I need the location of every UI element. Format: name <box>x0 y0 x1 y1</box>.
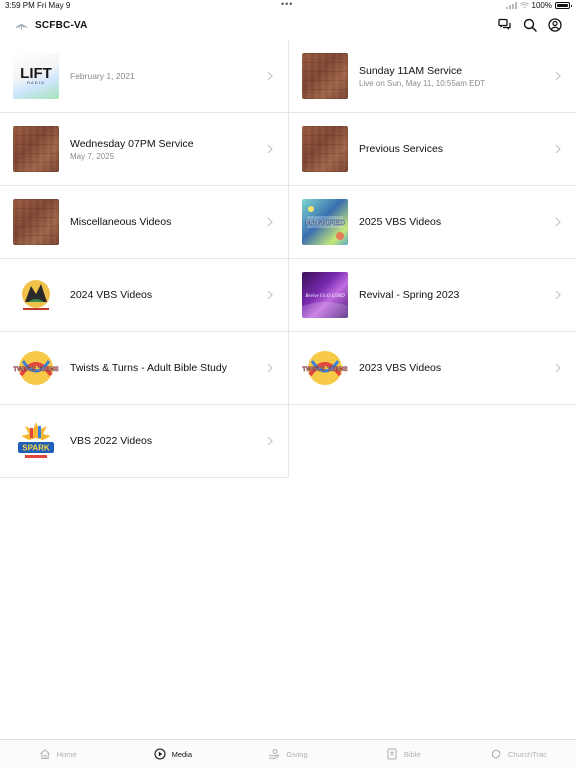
media-item-miscellaneous-videos[interactable]: Miscellaneous Videos <box>0 186 289 259</box>
item-title: VBS 2022 Videos <box>70 435 153 447</box>
item-title: 2024 VBS Videos <box>70 289 153 301</box>
multitasking-dots-icon[interactable]: ••• <box>281 0 293 9</box>
navigation-bar: SCFBC-VA <box>0 12 576 42</box>
media-item-vbs-2022[interactable]: SPARK VBS 2022 Videos <box>0 405 289 478</box>
empty-grid-cell <box>289 405 576 478</box>
church-logo-icon <box>15 23 28 30</box>
play-icon <box>154 748 166 760</box>
item-title: Twists & Turns - Adult Bible Study <box>70 362 227 374</box>
bible-icon <box>387 748 397 760</box>
twists-thumb-text: TWISTS TURNS <box>14 367 59 373</box>
media-grid: LIFT RADIO February 1, 2021 Sunday 11AM … <box>0 40 576 478</box>
item-title: 2023 VBS Videos <box>359 362 442 374</box>
tab-bar: Home Media Giving Bible ChurchTrac <box>0 739 576 768</box>
media-item-revival-spring-2023[interactable]: Revive Us O LORD Revival - Spring 2023 <box>289 259 576 332</box>
chevron-right-icon <box>267 363 273 373</box>
chat-icon[interactable] <box>498 18 512 32</box>
chevron-right-icon <box>555 71 561 81</box>
media-item-sunday-service[interactable]: Sunday 11AM Service Live on Sun, May 11,… <box>289 40 576 113</box>
spark-thumbnail: SPARK <box>13 418 59 464</box>
chevron-right-icon <box>555 144 561 154</box>
wifi-icon <box>519 2 529 9</box>
wood-thumbnail <box>302 126 348 172</box>
tab-home[interactable]: Home <box>0 740 115 768</box>
status-bar: 3:59 PM Fri May 9 ••• 100% <box>0 0 576 12</box>
item-title: Miscellaneous Videos <box>70 216 172 228</box>
item-subtitle: February 1, 2021 <box>70 71 135 81</box>
tab-label: ChurchTrac <box>507 749 547 759</box>
twists-thumb-text: TWISTS TURNS <box>303 367 348 373</box>
item-subtitle: Live on Sun, May 11, 10:55am EDT <box>359 78 486 88</box>
item-title: Previous Services <box>359 143 444 155</box>
vbs-2024-thumbnail <box>13 272 59 318</box>
chevron-right-icon <box>267 144 273 154</box>
tab-bible[interactable]: Bible <box>346 740 461 768</box>
revival-thumbnail: Revive Us O LORD <box>302 272 348 318</box>
revival-thumb-text: Revive Us O LORD <box>304 294 345 299</box>
wood-thumbnail <box>13 199 59 245</box>
magnified-thumb-text: MAGNIFIED <box>305 220 344 227</box>
magnified-thumbnail: MAGNIFIED <box>302 199 348 245</box>
tab-churchtrac[interactable]: ChurchTrac <box>461 740 576 768</box>
app-title: SCFBC-VA <box>35 20 88 31</box>
media-item-2024-vbs[interactable]: 2024 VBS Videos <box>0 259 289 332</box>
account-icon[interactable] <box>548 18 562 32</box>
item-subtitle: May 7, 2025 <box>70 151 115 161</box>
tab-label: Media <box>171 749 193 759</box>
tab-giving[interactable]: Giving <box>230 740 345 768</box>
home-icon <box>39 749 50 759</box>
chevron-right-icon <box>267 290 273 300</box>
chevron-right-icon <box>267 436 273 446</box>
twists-turns-thumbnail: TWISTS TURNS <box>13 345 59 391</box>
media-item-previous-services[interactable]: Previous Services <box>289 113 576 186</box>
giving-icon <box>269 749 280 760</box>
item-title: 2025 VBS Videos <box>359 216 442 228</box>
chevron-right-icon <box>267 71 273 81</box>
tab-label: Giving <box>286 749 308 759</box>
media-item-2025-vbs[interactable]: MAGNIFIED 2025 VBS Videos <box>289 186 576 259</box>
twists-turns-thumbnail: TWISTS TURNS <box>302 345 348 391</box>
chevron-right-icon <box>555 290 561 300</box>
media-item-2023-vbs[interactable]: TWISTS TURNS 2023 VBS Videos <box>289 332 576 405</box>
media-item-lift-radio[interactable]: LIFT RADIO February 1, 2021 <box>0 40 289 113</box>
cellular-signal-icon <box>505 2 517 9</box>
chevron-right-icon <box>267 217 273 227</box>
media-item-twists-turns[interactable]: TWISTS TURNS Twists & Turns - Adult Bibl… <box>0 332 289 405</box>
item-title: Sunday 11AM Service <box>359 64 463 77</box>
item-title: Wednesday 07PM Service <box>70 137 194 150</box>
wood-thumbnail <box>13 126 59 172</box>
tab-media[interactable]: Media <box>115 740 230 768</box>
lift-thumb-sub: RADIO <box>27 80 45 85</box>
item-title: Revival - Spring 2023 <box>359 289 460 301</box>
wood-thumbnail <box>302 53 348 99</box>
search-icon[interactable] <box>523 18 537 32</box>
spark-thumb-text: SPARK <box>22 444 50 453</box>
status-date: Fri May 9 <box>37 1 71 10</box>
tab-label: Bible <box>403 749 421 759</box>
battery-icon <box>555 2 572 9</box>
tab-label: Home <box>56 749 77 759</box>
churchtrac-icon <box>491 749 501 759</box>
status-time: 3:59 PM <box>5 1 35 10</box>
chevron-right-icon <box>555 217 561 227</box>
media-item-wednesday-service[interactable]: Wednesday 07PM Service May 7, 2025 <box>0 113 289 186</box>
battery-percent: 100% <box>531 1 552 10</box>
chevron-right-icon <box>555 363 561 373</box>
status-right: 100% <box>505 1 572 10</box>
lift-radio-thumbnail: LIFT RADIO <box>13 53 59 99</box>
